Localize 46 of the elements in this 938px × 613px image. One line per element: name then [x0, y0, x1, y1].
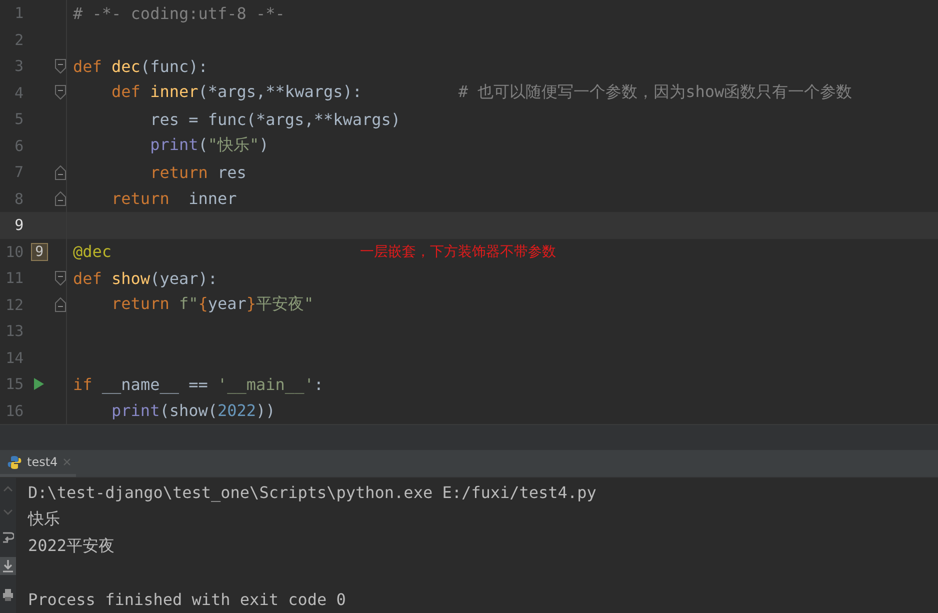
- code-line: print(show(2022)): [110, 401, 276, 420]
- print-icon[interactable]: [2, 588, 14, 602]
- python-icon: [7, 454, 22, 470]
- code-line: if __name__ == '__main__':: [73, 374, 324, 394]
- fold-icon[interactable]: [55, 58, 66, 74]
- code-line: return inner: [110, 189, 237, 208]
- annotation-note: 一层嵌套，下方装饰器不带参数: [360, 242, 556, 260]
- line-number: 12: [4, 296, 24, 314]
- code-line: # -*- coding:utf-8 -*-: [73, 4, 285, 23]
- line-number: 4: [14, 84, 24, 102]
- line-number: 11: [4, 269, 24, 288]
- line-number: 15: [4, 375, 24, 394]
- code-line: return f"{year}平安夜": [110, 294, 314, 314]
- code-line: @dec: [73, 242, 112, 262]
- line-number: 6: [14, 136, 24, 155]
- code-line: return res: [149, 162, 246, 182]
- line-number: 5: [14, 110, 24, 128]
- code-line: print("快乐"): [149, 135, 269, 154]
- fold-icon[interactable]: [55, 164, 66, 180]
- line-number: 13: [4, 322, 24, 340]
- run-icon[interactable]: [33, 377, 46, 392]
- run-tab[interactable]: test4: [0, 450, 76, 478]
- scroll-to-end-button[interactable]: [0, 557, 16, 576]
- line-number: 8: [14, 190, 24, 208]
- fold-icon[interactable]: [55, 85, 66, 100]
- fold-icon[interactable]: [55, 270, 66, 286]
- code-line: def inner(*args,**kwargs): # 也可以随便写一个参数，因为show函数只有一个参数: [110, 82, 852, 102]
- line-number: 14: [4, 348, 24, 367]
- fold-icon[interactable]: [55, 297, 66, 312]
- output-line: D:\test-django\test_one\Scripts\python.exe E:/fuxi/test4.py: [28, 482, 596, 502]
- output-line: 2022平安夜: [28, 536, 115, 556]
- line-number: 1: [14, 4, 24, 22]
- line-number: 16: [4, 402, 24, 420]
- line-number: 9: [14, 216, 24, 234]
- line-number: 2: [14, 30, 24, 49]
- soft-wrap-icon[interactable]: [2, 530, 14, 544]
- bookmark-badge[interactable]: 9: [31, 242, 48, 261]
- line-number: 10: [4, 242, 24, 261]
- line-number: 7: [14, 163, 24, 182]
- code-line: def show(year):: [73, 268, 218, 288]
- output-line: 快乐: [28, 508, 60, 530]
- output-line: Process finished with exit code 0: [28, 590, 346, 610]
- code-line: def dec(func):: [73, 56, 208, 76]
- fold-icon[interactable]: [55, 191, 66, 206]
- code-line: res = func(*args,**kwargs): [149, 110, 401, 129]
- line-number: 3: [14, 57, 24, 76]
